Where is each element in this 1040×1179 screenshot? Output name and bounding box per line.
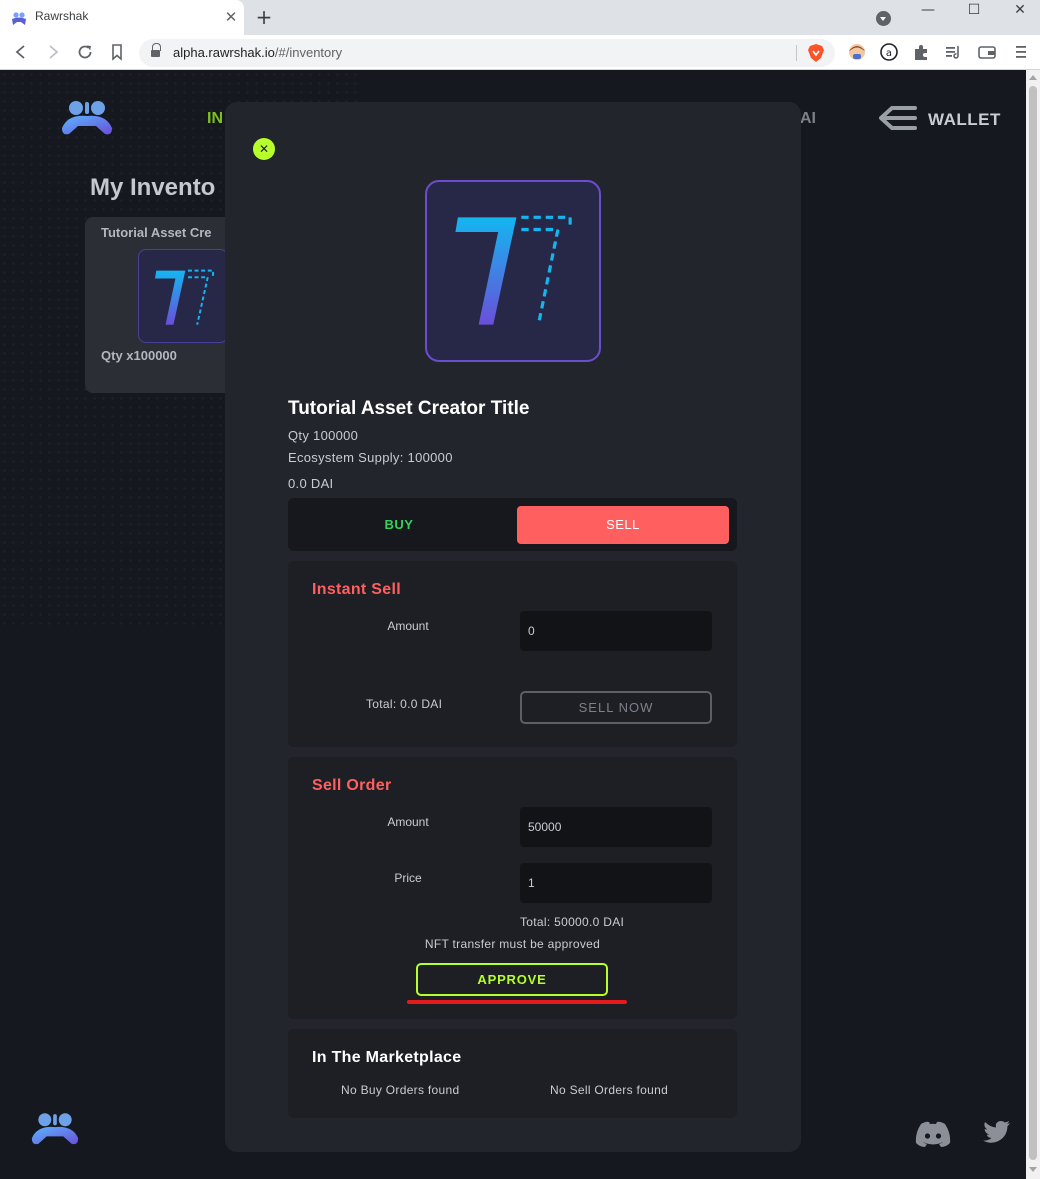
browser-toolbar: alpha.rawrshak.io/#/inventory a [0, 35, 1040, 70]
sell-order-amount-label: Amount [387, 815, 429, 829]
marketplace-section: In The Marketplace No Buy Orders found N… [288, 1029, 737, 1118]
nav-item-dai[interactable]: AI [800, 110, 816, 128]
instant-sell-amount-label: Amount [387, 619, 429, 633]
scrollbar-thumb[interactable] [1029, 86, 1037, 1160]
brave-shields-icon[interactable] [807, 43, 825, 63]
no-sell-orders-text: No Sell Orders found [550, 1083, 669, 1097]
tutorial-asset-logo-icon [154, 269, 215, 325]
back-icon[interactable] [10, 41, 32, 63]
instant-sell-amount-input[interactable] [520, 611, 712, 651]
page-content: IN AI WALLET My Invento Tutorial Asset C… [0, 70, 1026, 1179]
amazon-extension-icon[interactable]: a [878, 41, 900, 63]
asset-qty: Qty 100000 [288, 428, 359, 443]
svg-text:a: a [886, 48, 892, 59]
tab-search-icon[interactable] [876, 11, 891, 26]
browser-menu-icon[interactable] [1010, 41, 1032, 63]
minimize-button[interactable]: — [917, 2, 939, 22]
url-text[interactable]: alpha.rawrshak.io/#/inventory [173, 45, 342, 60]
wallet-label: WALLET [928, 110, 1001, 129]
scroll-up-arrow-icon[interactable] [1029, 75, 1037, 80]
inventory-card-image [138, 249, 228, 343]
tab-sell[interactable]: SELL [517, 506, 729, 544]
tutorial-asset-logo-icon [455, 215, 572, 325]
forward-icon[interactable] [42, 41, 64, 63]
scroll-down-arrow-icon[interactable] [1029, 1167, 1037, 1172]
url-host: alpha.rawrshak.io [173, 45, 275, 60]
footer-logo-icon[interactable] [30, 1110, 80, 1148]
browser-tab-strip: Rawrshak ✕ + — ☐ ✕ [0, 0, 1040, 35]
new-tab-button[interactable]: + [253, 6, 275, 28]
page-scrollbar[interactable] [1026, 70, 1040, 1179]
rawrshak-favicon-icon [12, 12, 26, 25]
marketplace-title: In The Marketplace [312, 1049, 462, 1066]
sell-order-title: Sell Order [312, 777, 392, 794]
asset-title: Tutorial Asset Creator Title [288, 398, 530, 419]
tab-title: Rawrshak [35, 9, 89, 23]
asset-supply: Ecosystem Supply: 100000 [288, 450, 453, 465]
instant-sell-section: Instant Sell Amount Total: 0.0 DAI SELL … [288, 561, 737, 747]
profile-avatar-icon[interactable] [846, 41, 868, 63]
arrow-left-menu-icon [879, 106, 917, 130]
inventory-card-title: Tutorial Asset Cre [101, 225, 212, 240]
omnibox-divider [796, 45, 797, 61]
url-path: /#/inventory [274, 45, 343, 60]
maximize-button[interactable]: ☐ [963, 2, 985, 22]
extensions-puzzle-icon[interactable] [910, 41, 932, 63]
nav-item-inventory[interactable]: IN [207, 110, 223, 128]
sell-order-amount-input[interactable] [520, 807, 712, 847]
asset-price: 0.0 DAI [288, 476, 334, 491]
instant-sell-total: Total: 0.0 DAI [366, 697, 443, 711]
buy-sell-tabs: BUY SELL [288, 498, 737, 551]
annotation-underline [407, 1000, 627, 1004]
window-close-button[interactable]: ✕ [1009, 2, 1031, 22]
approve-button[interactable]: APPROVE [416, 963, 608, 996]
lock-icon[interactable] [151, 43, 161, 58]
tab-buy[interactable]: BUY [288, 506, 510, 544]
asset-modal: ✕ Tutorial Asset Creator Title Qty 10000… [225, 102, 801, 1152]
sell-order-section: Sell Order Amount Price Total: 50000.0 D… [288, 757, 737, 1019]
twitter-icon[interactable] [983, 1120, 1011, 1144]
discord-icon[interactable] [914, 1120, 952, 1148]
wallet-extension-icon[interactable] [976, 41, 998, 63]
reload-icon[interactable] [74, 41, 96, 63]
sell-order-total: Total: 50000.0 DAI [520, 915, 625, 929]
no-buy-orders-text: No Buy Orders found [341, 1083, 460, 1097]
asset-image [425, 180, 601, 362]
modal-close-button[interactable]: ✕ [253, 138, 275, 160]
page-title: My Invento [90, 174, 216, 201]
instant-sell-title: Instant Sell [312, 581, 401, 598]
inventory-card-qty: Qty x100000 [101, 348, 177, 363]
sell-order-price-label: Price [394, 871, 422, 885]
media-queue-icon[interactable] [942, 41, 964, 63]
rawrshak-logo-icon[interactable] [60, 98, 114, 138]
address-bar[interactable]: alpha.rawrshak.io/#/inventory [139, 39, 835, 67]
sell-order-price-input[interactable] [520, 863, 712, 903]
approval-notice: NFT transfer must be approved [424, 937, 601, 951]
bookmark-icon[interactable] [106, 41, 128, 63]
tab-close-icon[interactable]: ✕ [222, 8, 240, 26]
sell-now-button[interactable]: SELL NOW [520, 691, 712, 724]
browser-tab[interactable]: Rawrshak ✕ [0, 0, 244, 35]
